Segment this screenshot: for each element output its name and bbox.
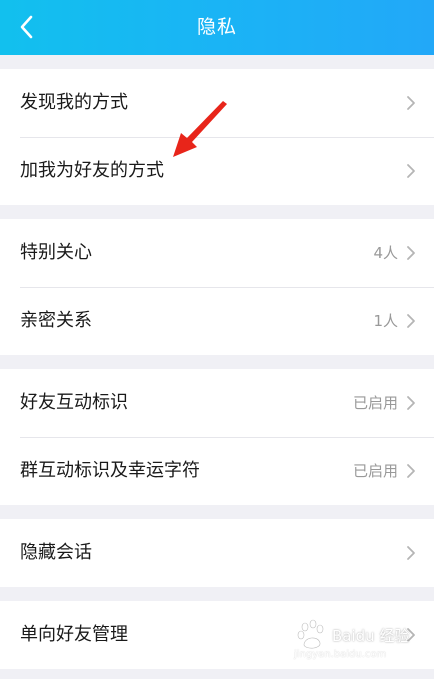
- settings-row-group-interaction-badge[interactable]: 群互动标识及幸运字符 已启用: [0, 437, 434, 505]
- chevron-right-icon: [407, 464, 415, 478]
- settings-group-discovery: 发现我的方式 加我为好友的方式: [0, 69, 434, 205]
- row-label: 特别关心: [20, 242, 92, 263]
- chevron-right-icon: [407, 96, 415, 110]
- page-title: 隐私: [196, 16, 237, 38]
- row-label: 加我为好友的方式: [20, 160, 164, 181]
- settings-row-special-care[interactable]: 特别关心 4人: [0, 219, 434, 287]
- chevron-right-icon: [407, 546, 415, 560]
- settings-group-one-way: 单向好友管理: [0, 601, 434, 669]
- chevron-right-icon: [407, 396, 415, 410]
- settings-group-interaction: 好友互动标识 已启用 群互动标识及幸运字符 已启用: [0, 369, 434, 505]
- row-label: 好友互动标识: [20, 392, 128, 413]
- settings-group-hidden: 隐藏会话: [0, 519, 434, 587]
- row-value: 已启用: [352, 462, 398, 480]
- row-label: 隐藏会话: [20, 542, 92, 563]
- chevron-right-icon: [407, 628, 415, 642]
- chevron-right-icon: [407, 246, 415, 260]
- settings-row-one-way-friends[interactable]: 单向好友管理: [0, 601, 434, 669]
- row-label: 单向好友管理: [20, 624, 128, 645]
- row-label: 亲密关系: [20, 310, 92, 331]
- settings-row-friend-interaction-badge[interactable]: 好友互动标识 已启用: [0, 369, 434, 437]
- settings-group-relations: 特别关心 4人 亲密关系 1人: [0, 219, 434, 355]
- row-value: 4人: [373, 244, 398, 262]
- row-label: 发现我的方式: [20, 92, 128, 113]
- settings-row-intimate-relation[interactable]: 亲密关系 1人: [0, 287, 434, 355]
- row-value: 1人: [373, 312, 398, 330]
- row-label: 群互动标识及幸运字符: [20, 460, 200, 481]
- chevron-right-icon: [407, 164, 415, 178]
- top-navigation-bar: 隐私: [0, 0, 434, 55]
- settings-row-discover-me[interactable]: 发现我的方式: [0, 69, 434, 137]
- row-value: 已启用: [352, 394, 398, 412]
- settings-row-hidden-chats[interactable]: 隐藏会话: [0, 519, 434, 587]
- settings-row-add-friend-method[interactable]: 加我为好友的方式: [0, 137, 434, 205]
- chevron-right-icon: [407, 314, 415, 328]
